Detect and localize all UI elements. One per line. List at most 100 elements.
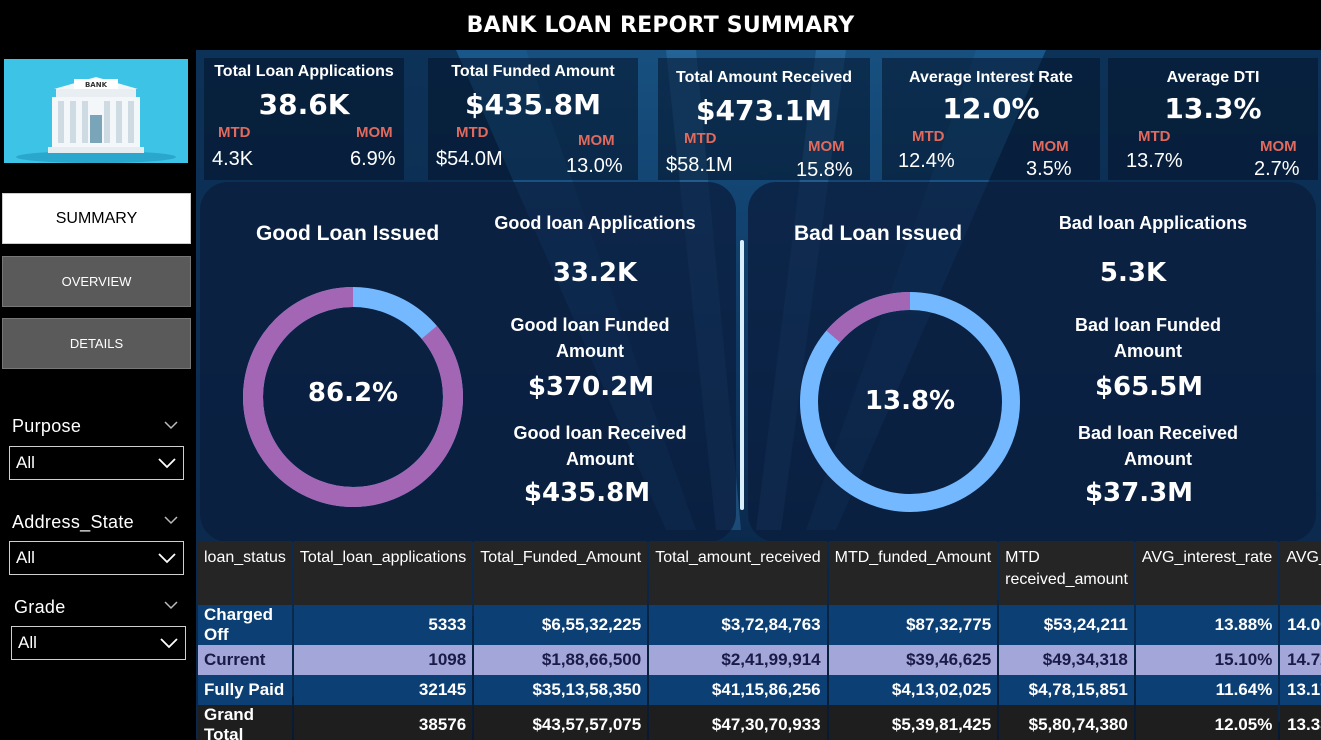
- kpi-mom-value: 6.9%: [350, 148, 396, 170]
- kpi-mom-value: 15.8%: [796, 159, 853, 181]
- table-cell: 13.17%: [1280, 675, 1321, 705]
- chevron-down-icon[interactable]: [163, 599, 179, 611]
- table-cell: $41,15,86,256: [649, 675, 827, 705]
- good-loan-title: Good Loan Issued: [256, 222, 440, 245]
- table-cell: Grand Total: [198, 705, 292, 740]
- kpi-title: Average Interest Rate: [909, 69, 1073, 86]
- table-cell: 11.64%: [1135, 675, 1279, 705]
- title-bar: BANK LOAN REPORT SUMMARY: [0, 0, 1321, 50]
- kpi-mtd-label: MTD: [912, 128, 945, 145]
- table-cell: $5,39,81,425: [828, 705, 998, 740]
- kpi-mom-label: MOM: [1032, 138, 1069, 155]
- bad-loan-received-label: Bad loan Received Amount: [1077, 423, 1239, 469]
- kpi-total-funded-amount: Total Funded Amount $435.8M MTD $54.0M M…: [428, 58, 638, 180]
- bad-loan-funded-label: Bad loan Funded Amount: [1075, 315, 1221, 361]
- table-cell: $49,34,318: [999, 645, 1134, 675]
- bank-logo-image: BANK: [4, 59, 188, 163]
- table-total-row: Grand Total 38576 $43,57,57,075 $47,30,7…: [198, 705, 1321, 740]
- kpi-value: 38.6K: [258, 88, 350, 121]
- kpi-total-loan-applications: Total Loan Applications 38.6K MTD 4.3K M…: [204, 58, 404, 180]
- table-cell: $47,30,70,933: [649, 705, 827, 740]
- table-cell: 14.72%: [1280, 645, 1321, 675]
- bad-loan-title: Bad Loan Issued: [794, 222, 963, 245]
- bad-loan-funded-value: $65.5M: [1094, 372, 1204, 402]
- good-loan-panel: Good Loan Issued 86.2% Good loan Applica…: [200, 182, 736, 542]
- kpi-title: Total Amount Received: [675, 69, 853, 86]
- table-header-row: loan_status Total_loan_applications Tota…: [198, 541, 1321, 605]
- table-cell: 12.05%: [1135, 705, 1279, 740]
- table-cell: $6,55,32,225: [474, 605, 648, 645]
- purpose-dropdown[interactable]: All: [9, 446, 184, 480]
- column-header[interactable]: Total_amount_received: [649, 541, 827, 605]
- kpi-total-amount-received: Total Amount Received $473.1M MTD $58.1M…: [658, 58, 870, 181]
- table-cell: Charged Off: [198, 605, 292, 645]
- grade-dropdown[interactable]: All: [11, 626, 186, 660]
- kpi-mtd-label: MTD: [1138, 128, 1171, 145]
- kpi-mom-value: 13.0%: [566, 155, 623, 177]
- good-loan-received-value: $435.8M: [523, 478, 651, 508]
- table-row[interactable]: Fully Paid 32145 $35,13,58,350 $41,15,86…: [198, 675, 1321, 705]
- kpi-title: Total Loan Applications: [214, 63, 394, 80]
- kpi-mom-label: MOM: [808, 138, 845, 155]
- table-cell: $35,13,58,350: [474, 675, 648, 705]
- table-cell: $53,24,211: [999, 605, 1134, 645]
- address-state-dropdown[interactable]: All: [9, 541, 184, 575]
- kpi-mom-label: MOM: [578, 132, 615, 149]
- kpi-mom-label: MOM: [356, 124, 393, 141]
- table-cell: $39,46,625: [828, 645, 998, 675]
- table-cell: $1,88,66,500: [474, 645, 648, 675]
- purpose-dropdown-value: All: [16, 453, 35, 472]
- purpose-filter-label: Purpose: [12, 416, 82, 436]
- bad-loan-panel: Bad Loan Issued 13.8% Bad loan Applicati…: [748, 182, 1316, 542]
- kpi-mtd-value: 13.7%: [1126, 150, 1183, 172]
- table-cell: 1098: [293, 645, 473, 675]
- table-cell: $5,80,74,380: [999, 705, 1134, 740]
- grade-filter-label: Grade: [14, 597, 66, 617]
- kpi-mtd-label: MTD: [684, 130, 717, 147]
- table-cell: $87,32,775: [828, 605, 998, 645]
- nav-details-button[interactable]: DETAILS: [2, 318, 191, 369]
- column-header[interactable]: MTD_funded_Amount: [828, 541, 998, 605]
- table-row[interactable]: Charged Off 5333 $6,55,32,225 $3,72,84,7…: [198, 605, 1321, 645]
- column-header[interactable]: AVG_interest_rate: [1135, 541, 1279, 605]
- bad-loan-applications-value: 5.3K: [1099, 258, 1167, 288]
- kpi-mtd-value: $54.0M: [436, 148, 503, 170]
- column-header[interactable]: AVG_dti: [1280, 541, 1321, 605]
- kpi-mtd-value: $58.1M: [666, 154, 733, 176]
- table-cell: $4,13,02,025: [828, 675, 998, 705]
- bad-loan-percent: 13.8%: [864, 386, 956, 416]
- good-loan-funded-label: Good loan Funded Amount: [510, 315, 670, 361]
- nav-overview-button[interactable]: OVERVIEW: [2, 256, 191, 307]
- table-cell: $3,72,84,763: [649, 605, 827, 645]
- kpi-mtd-value: 4.3K: [212, 148, 254, 170]
- kpi-mom-label: MOM: [1260, 138, 1297, 155]
- column-header[interactable]: MTD received_amount: [999, 541, 1134, 605]
- table-row[interactable]: Current 1098 $1,88,66,500 $2,41,99,914 $…: [198, 645, 1321, 675]
- table-cell: 13.33%: [1280, 705, 1321, 740]
- nav-summary-button[interactable]: SUMMARY: [2, 193, 191, 244]
- kpi-mtd-value: 12.4%: [898, 150, 955, 172]
- column-header[interactable]: loan_status: [198, 541, 292, 605]
- kpi-value: 13.3%: [1164, 92, 1262, 125]
- table-cell: 15.10%: [1135, 645, 1279, 675]
- table-cell: 32145: [293, 675, 473, 705]
- good-loan-funded-value: $370.2M: [527, 372, 655, 402]
- chevron-down-icon: [158, 553, 176, 564]
- table-cell: 38576: [293, 705, 473, 740]
- loan-status-table: loan_status Total_loan_applications Tota…: [196, 541, 1321, 740]
- chevron-down-icon[interactable]: [163, 419, 179, 431]
- chevron-down-icon: [160, 638, 178, 649]
- table-cell: 14.00%: [1280, 605, 1321, 645]
- column-header[interactable]: Total_loan_applications: [293, 541, 473, 605]
- good-loan-applications-label: Good loan Applications: [494, 213, 696, 233]
- column-header[interactable]: Total_Funded_Amount: [474, 541, 648, 605]
- bad-loan-received-value: $37.3M: [1084, 478, 1194, 508]
- chevron-down-icon[interactable]: [163, 514, 179, 526]
- panel-divider: [740, 240, 744, 510]
- kpi-value: $435.8M: [465, 88, 601, 121]
- table-cell: 5333: [293, 605, 473, 645]
- kpi-average-interest-rate: Average Interest Rate 12.0% MTD 12.4% MO…: [882, 58, 1100, 180]
- good-loan-applications-value: 33.2K: [552, 258, 638, 288]
- address-state-dropdown-value: All: [16, 548, 35, 567]
- page-title: BANK LOAN REPORT SUMMARY: [466, 12, 855, 38]
